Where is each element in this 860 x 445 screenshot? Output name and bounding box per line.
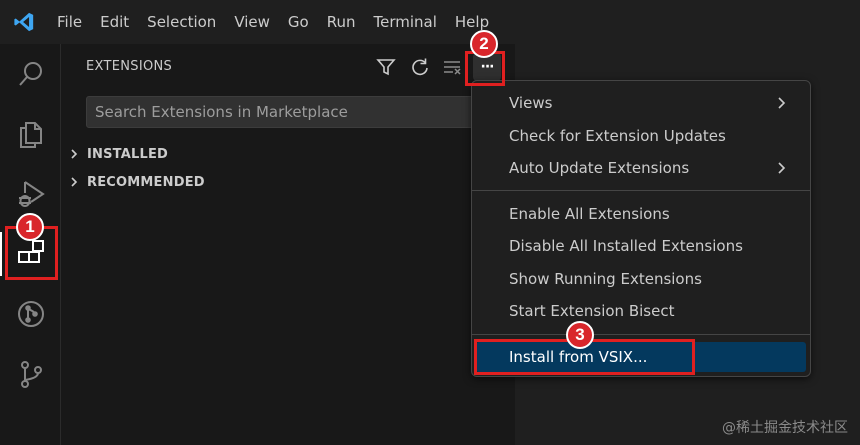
refresh-icon[interactable]: [408, 55, 432, 79]
filter-icon[interactable]: [374, 55, 398, 79]
menu-item-label: Start Extension Bisect: [509, 302, 675, 320]
menu-file[interactable]: File: [48, 0, 91, 44]
annotation-badge-3: 3: [566, 321, 594, 349]
git-graph-icon[interactable]: [0, 284, 61, 344]
menu-item-bisect[interactable]: Start Extension Bisect: [476, 296, 806, 326]
menu-item-enable-all[interactable]: Enable All Extensions: [476, 199, 806, 229]
menu-item-show-running[interactable]: Show Running Extensions: [476, 264, 806, 294]
menu-separator: [472, 334, 810, 335]
chevron-right-icon: [774, 160, 788, 179]
menu-item-disable-all[interactable]: Disable All Installed Extensions: [476, 231, 806, 261]
menu-item-label: Check for Extension Updates: [509, 127, 726, 145]
menu-go[interactable]: Go: [279, 0, 318, 44]
menu-view[interactable]: View: [225, 0, 279, 44]
sidebar-title: EXTENSIONS: [86, 59, 173, 74]
chevron-right-icon: [774, 95, 788, 114]
menu-item-label: Views: [509, 94, 553, 112]
annotation-badge-2: 2: [470, 30, 498, 58]
annotation-badge-1: 1: [16, 213, 44, 241]
chevron-right-icon: [61, 176, 87, 188]
search-icon[interactable]: [0, 44, 61, 104]
chevron-right-icon: [61, 148, 87, 160]
menu-item-views[interactable]: Views: [476, 88, 806, 118]
section-installed-label: INSTALLED: [87, 146, 169, 162]
menu-selection[interactable]: Selection: [138, 0, 225, 44]
menu-terminal[interactable]: Terminal: [365, 0, 446, 44]
explorer-icon[interactable]: [0, 104, 61, 164]
more-actions-menu: Views Check for Extension Updates Auto U…: [471, 80, 811, 377]
watermark: @稀土掘金技术社区: [722, 420, 848, 436]
sidebar-header: EXTENSIONS ···: [61, 44, 515, 90]
menu-edit[interactable]: Edit: [91, 0, 138, 44]
clear-icon[interactable]: [440, 55, 464, 79]
source-control-icon[interactable]: [0, 344, 61, 404]
vscode-logo-icon: [0, 0, 48, 44]
menu-item-label: Enable All Extensions: [509, 205, 670, 223]
menu-item-label: Auto Update Extensions: [509, 159, 690, 177]
menu-item-label: Disable All Installed Extensions: [509, 237, 743, 255]
menu-item-auto-update[interactable]: Auto Update Extensions: [476, 153, 806, 183]
menu-separator: [472, 190, 810, 191]
extensions-search-input[interactable]: [86, 96, 506, 128]
section-installed[interactable]: INSTALLED: [61, 141, 515, 167]
extensions-sidebar: EXTENSIONS ··· Search Extensions in Mark…: [61, 44, 515, 445]
title-bar: File Edit Selection View Go Run Terminal…: [0, 0, 860, 44]
menu-bar: File Edit Selection View Go Run Terminal…: [48, 0, 498, 44]
menu-run[interactable]: Run: [318, 0, 365, 44]
section-recommended[interactable]: RECOMMENDED: [61, 169, 515, 195]
menu-item-check-updates[interactable]: Check for Extension Updates: [476, 121, 806, 151]
menu-item-label: Show Running Extensions: [509, 270, 702, 288]
section-recommended-label: RECOMMENDED: [87, 174, 205, 190]
